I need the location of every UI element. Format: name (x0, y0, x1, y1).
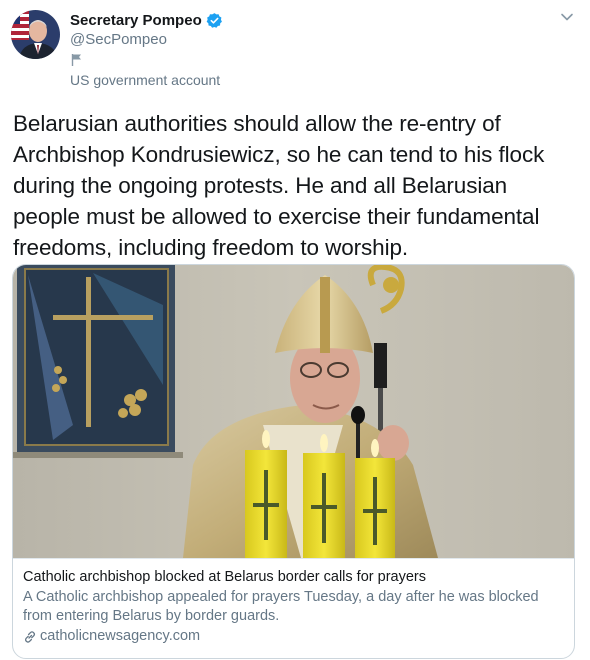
tweet: Secretary Pompeo @SecPompeo US governmen… (0, 0, 590, 660)
government-account-label: US government account (70, 72, 221, 88)
link-card[interactable]: Catholic archbishop blocked at Belarus b… (12, 264, 575, 659)
name-row: Secretary Pompeo (70, 10, 223, 30)
card-domain[interactable]: catholicnewsagency.com (23, 627, 566, 646)
card-domain-text[interactable]: catholicnewsagency.com (40, 627, 200, 646)
card-description: A Catholic archbishop appealed for praye… (23, 589, 539, 624)
card-body[interactable]: Catholic archbishop blocked at Belarus b… (13, 558, 574, 658)
card-title[interactable]: Catholic archbishop blocked at Belarus b… (23, 568, 566, 587)
flag-icon (71, 53, 83, 67)
display-name[interactable]: Secretary Pompeo (70, 12, 202, 29)
card-image[interactable] (13, 265, 574, 558)
verified-badge-icon (206, 12, 223, 29)
chevron-down-icon[interactable] (559, 9, 575, 25)
tweet-text: Belarusian authorities should allow the … (13, 111, 545, 260)
user-handle[interactable]: @SecPompeo (70, 31, 167, 48)
avatar[interactable] (11, 10, 60, 59)
link-icon (23, 630, 37, 644)
